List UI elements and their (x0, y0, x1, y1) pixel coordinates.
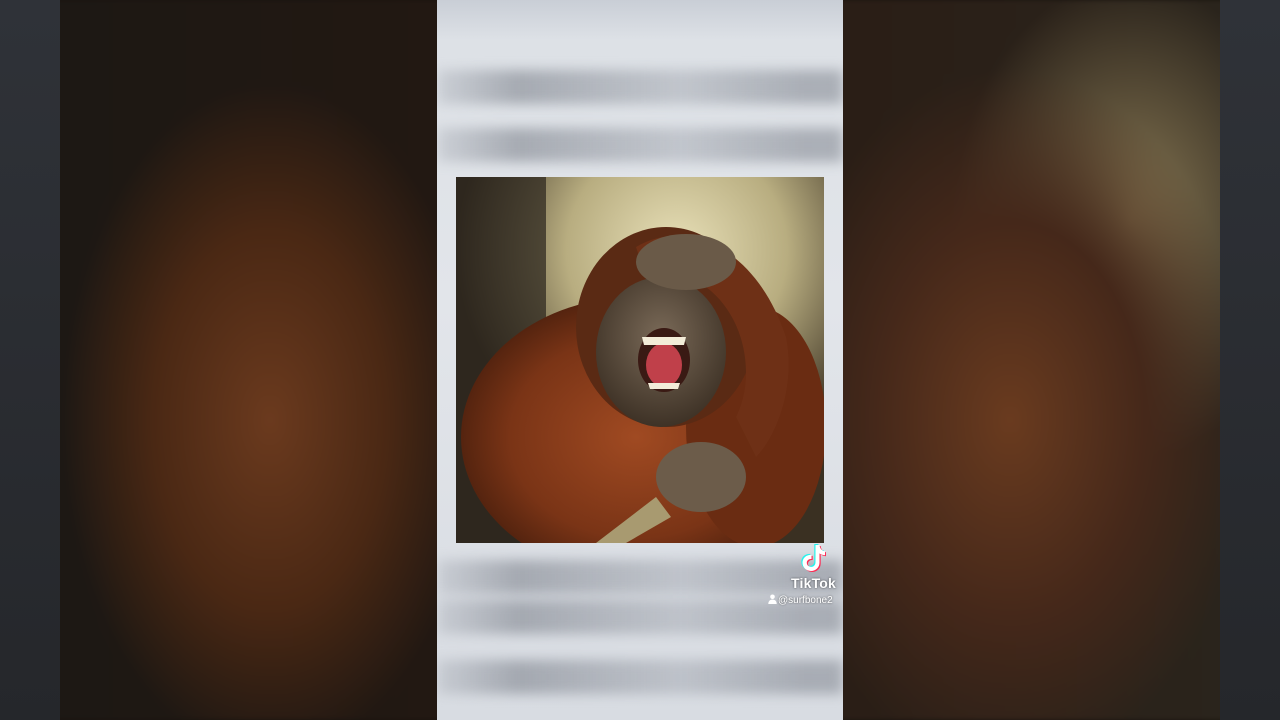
user-icon (768, 594, 777, 604)
orangutan-photo (456, 177, 824, 543)
video-player[interactable]: TikTok @surfbone2 (0, 0, 1280, 720)
creator-handle: @surfbone2 (768, 594, 833, 608)
blurred-text-line (437, 70, 843, 104)
tiktok-watermark: TikTok @surfbone2 (760, 544, 840, 608)
blurred-text-line (437, 128, 843, 162)
blurred-text-line (437, 660, 843, 694)
creator-handle-text: @surfbone2 (778, 595, 833, 606)
letterbox-left (0, 0, 60, 720)
tiktok-brand-label: TikTok (791, 575, 837, 591)
letterbox-right (1220, 0, 1280, 720)
orangutan-illustration (456, 177, 824, 543)
tiktok-logo-icon (801, 544, 826, 572)
